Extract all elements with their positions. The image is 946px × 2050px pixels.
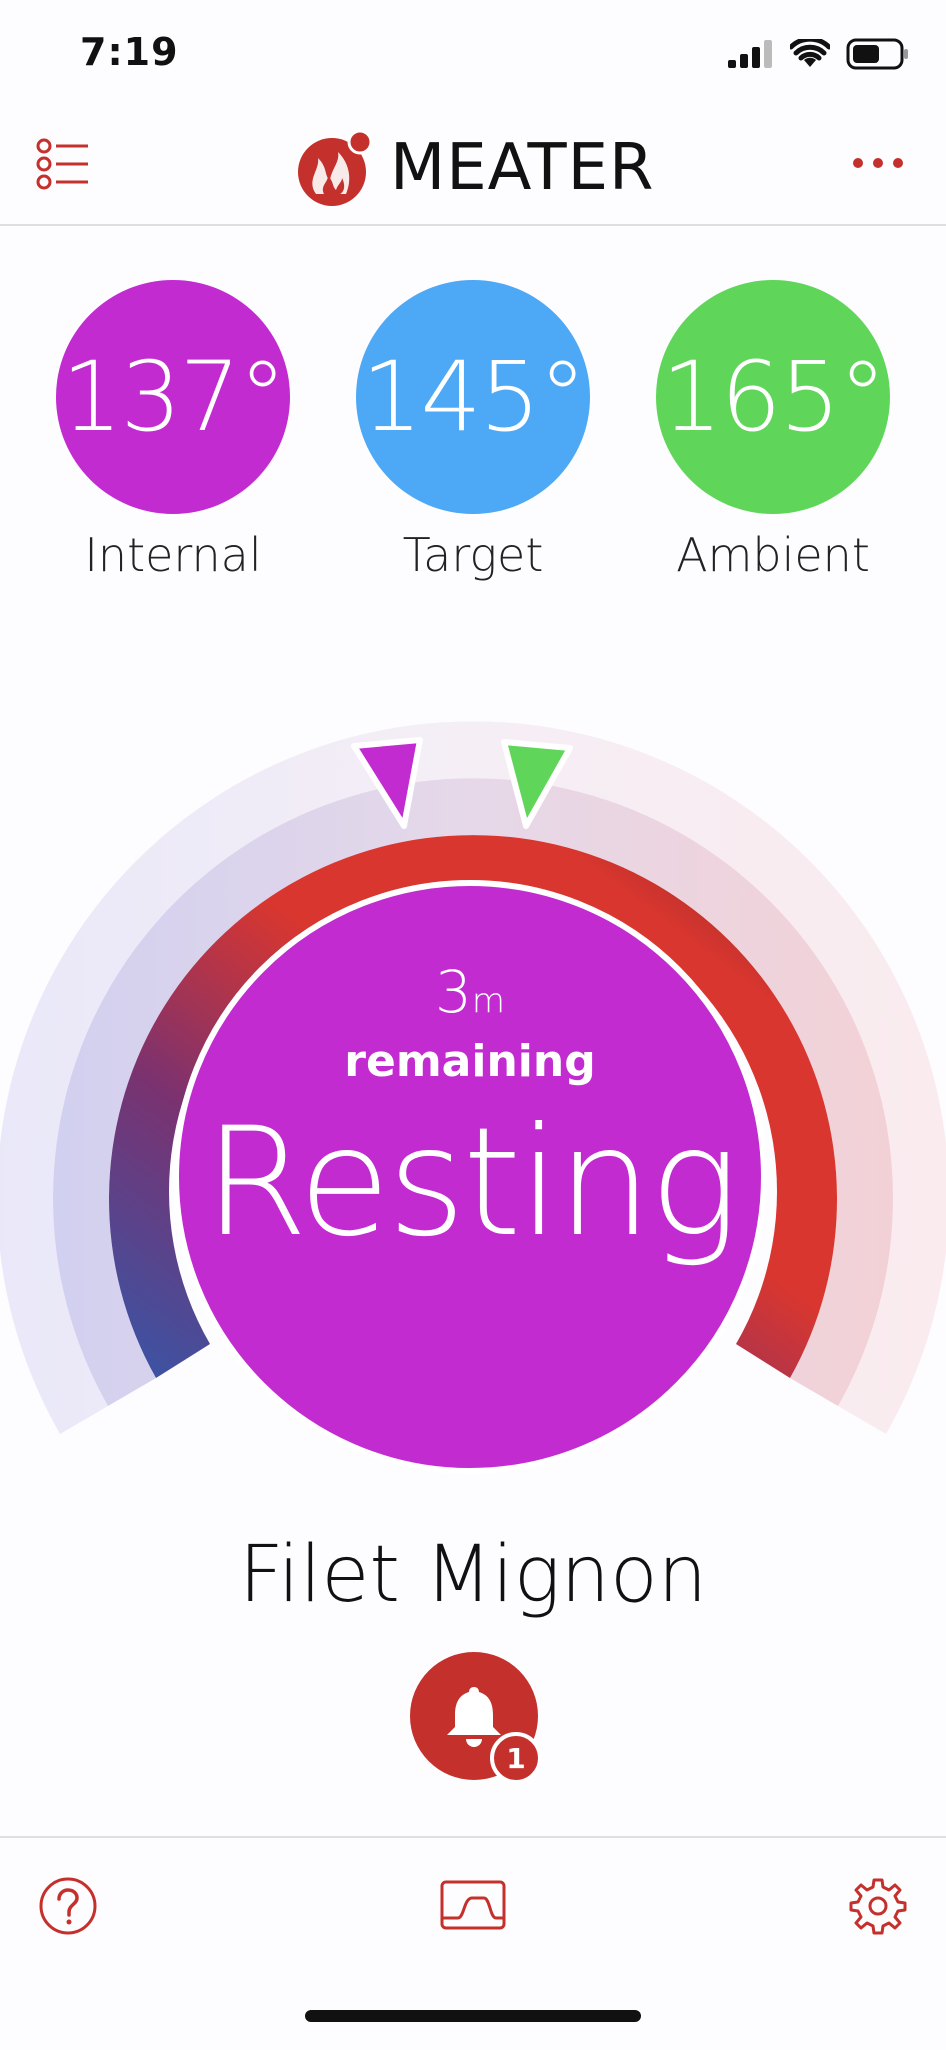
wifi-icon (790, 39, 830, 67)
target-temp-circle[interactable]: 145° (356, 280, 590, 514)
list-icon[interactable] (36, 136, 92, 192)
graph-icon[interactable] (440, 1880, 506, 1932)
ambient-temp-label: Ambient (676, 528, 870, 582)
cook-status: Resting (203, 1096, 740, 1270)
internal-temp-circle[interactable]: 137° (56, 280, 290, 514)
ambient-temp-circle[interactable]: 165° (656, 280, 890, 514)
internal-temp-label: Internal (84, 528, 262, 582)
target-temp-label: Target (402, 528, 544, 582)
home-indicator (305, 2010, 641, 2022)
battery-icon (846, 38, 908, 70)
internal-temp-value: 137° (61, 341, 286, 453)
brand-name: MEATER (390, 131, 655, 205)
remaining-label: remaining (344, 1036, 596, 1087)
alerts-count-badge: 1 (490, 1732, 542, 1784)
status-time: 7:19 (80, 30, 179, 74)
flame-logo-icon (298, 129, 373, 206)
target-temp-value: 145° (361, 341, 586, 453)
gear-icon[interactable] (848, 1876, 908, 1936)
ambient-temp-value: 165° (661, 341, 886, 453)
meat-name[interactable]: Filet Mignon (0, 1530, 946, 1620)
brand: MEATER (292, 128, 654, 208)
time-remaining-unit: m (471, 981, 506, 1021)
help-icon[interactable] (38, 1876, 98, 1936)
cook-status-disc[interactable]: 3m remaining Resting (173, 880, 767, 1474)
time-remaining: 3m (179, 958, 761, 1026)
more-dots-icon[interactable] (850, 148, 906, 178)
time-remaining-value: 3 (434, 958, 472, 1026)
status-icons (728, 38, 910, 70)
signal-icon (728, 40, 772, 68)
